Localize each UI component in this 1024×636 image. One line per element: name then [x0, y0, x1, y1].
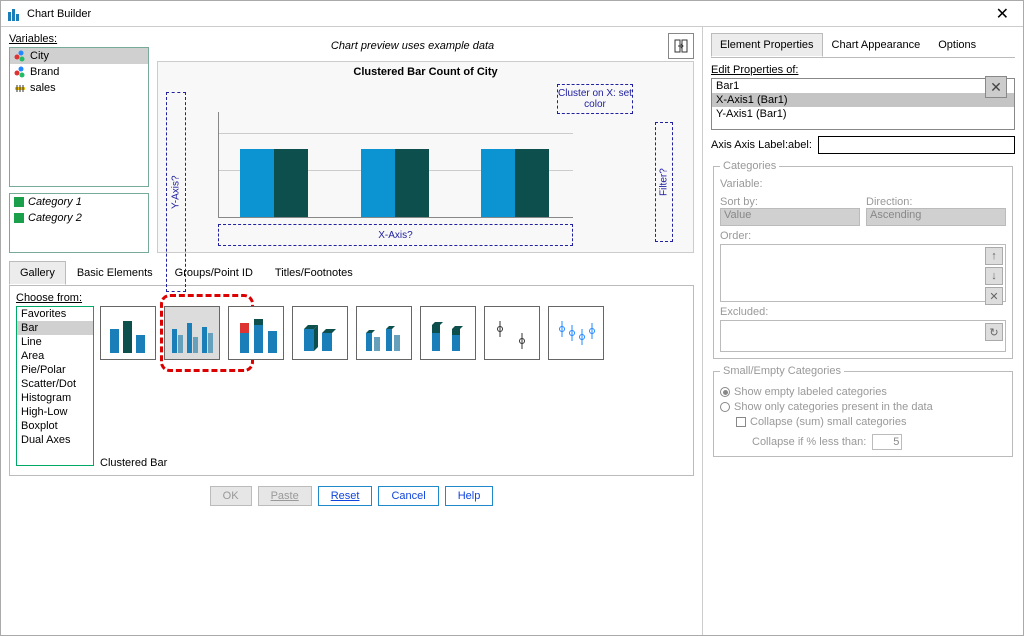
thumb-stacked-bar[interactable] — [228, 306, 284, 360]
yaxis-dropzone[interactable]: Y-Axis? — [166, 92, 186, 292]
paste-button[interactable]: Paste — [258, 486, 312, 506]
type-boxplot[interactable]: Boxplot — [17, 419, 93, 433]
type-favorites[interactable]: Favorites — [17, 307, 93, 321]
dialog-buttons: OK Paste Reset Cancel Help — [9, 476, 694, 510]
type-histogram[interactable]: Histogram — [17, 391, 93, 405]
category-2[interactable]: Category 2 — [10, 210, 148, 226]
gallery-panel: Choose from: Favorites Bar Line Area Pie… — [9, 286, 694, 476]
collapse-percent-input[interactable] — [872, 434, 902, 450]
categories-fieldset: Categories Variable: Sort by: Value Dire… — [713, 160, 1013, 359]
tab-titles-footnotes[interactable]: Titles/Footnotes — [264, 261, 364, 285]
thumbnail-row — [100, 306, 687, 360]
thumb-simple-error-bar[interactable] — [484, 306, 540, 360]
prop-bar1[interactable]: Bar1 — [712, 79, 1014, 93]
direction-select[interactable]: Ascending — [866, 208, 1006, 226]
tab-chart-appearance[interactable]: Chart Appearance — [823, 33, 930, 57]
variable-city[interactable]: City — [10, 48, 148, 64]
categories-list[interactable]: Category 1 Category 2 — [9, 193, 149, 253]
type-line[interactable]: Line — [17, 335, 93, 349]
restore-excluded-button[interactable]: ↻ — [985, 323, 1003, 341]
move-down-button[interactable]: ↓ — [985, 267, 1003, 285]
choose-from-label: Choose from: — [16, 292, 687, 304]
sort-by-select[interactable]: Value — [720, 208, 860, 226]
small-empty-fieldset: Small/Empty Categories Show empty labele… — [713, 365, 1013, 457]
variable-brand[interactable]: Brand — [10, 64, 148, 80]
move-up-button[interactable]: ↑ — [985, 247, 1003, 265]
tab-element-properties[interactable]: Element Properties — [711, 33, 823, 57]
type-bar[interactable]: Bar — [17, 321, 93, 335]
type-scatter-dot[interactable]: Scatter/Dot — [17, 377, 93, 391]
app-icon — [7, 6, 23, 22]
radio-show-empty[interactable]: Show empty labeled categories — [720, 386, 1006, 398]
variables-list[interactable]: City Brand sales — [9, 47, 149, 187]
titlebar: Chart Builder ✕ — [1, 1, 1023, 27]
selected-thumb-label: Clustered Bar — [100, 451, 687, 469]
axis-label-input[interactable] — [818, 136, 1015, 154]
right-panel: Element Properties Chart Appearance Opti… — [703, 27, 1023, 635]
cancel-button[interactable]: Cancel — [378, 486, 438, 506]
type-high-low[interactable]: High-Low — [17, 405, 93, 419]
chart-preview[interactable]: Clustered Bar Count of City Y-Axis? Clus… — [157, 61, 694, 253]
variable-sales[interactable]: sales — [10, 80, 148, 96]
builder-tabs: Gallery Basic Elements Groups/Point ID T… — [9, 261, 694, 286]
type-dual-axes[interactable]: Dual Axes — [17, 433, 93, 447]
plot-area — [218, 112, 573, 218]
thumb-simple-bar[interactable] — [100, 306, 156, 360]
properties-list[interactable]: Bar1 X-Axis1 (Bar1) Y-Axis1 (Bar1) — [711, 78, 1015, 130]
window-title: Chart Builder — [27, 8, 988, 20]
prop-xaxis1[interactable]: X-Axis1 (Bar1) — [712, 93, 1014, 107]
preview-caption: Chart preview uses example data — [157, 40, 668, 52]
reset-button[interactable]: Reset — [318, 486, 373, 506]
thumb-3d-bar[interactable] — [292, 306, 348, 360]
thumb-clustered-bar[interactable] — [164, 306, 220, 360]
help-button[interactable]: Help — [445, 486, 494, 506]
excluded-list[interactable]: ↻ — [720, 320, 1006, 352]
left-panel: Variables: City Brand sales — [1, 27, 703, 635]
remove-order-button[interactable]: ✕ — [985, 287, 1003, 305]
edit-properties-of-label: Edit Properties of: — [711, 64, 1015, 76]
direction-label: Direction: — [866, 196, 1006, 208]
close-button[interactable]: ✕ — [988, 2, 1017, 26]
axis-label-label: Axis Axis Label:abel: — [711, 139, 812, 151]
type-pie-polar[interactable]: Pie/Polar — [17, 363, 93, 377]
thumb-stacked-3d-bar[interactable] — [420, 306, 476, 360]
tab-basic-elements[interactable]: Basic Elements — [66, 261, 164, 285]
variables-label: Variables: — [9, 33, 149, 45]
chart-type-list[interactable]: Favorites Bar Line Area Pie/Polar Scatte… — [16, 306, 94, 466]
swatch-icon — [14, 213, 24, 223]
swatch-icon — [14, 197, 24, 207]
tab-options[interactable]: Options — [929, 33, 985, 57]
thumb-clustered-3d-bar[interactable] — [356, 306, 412, 360]
order-label: Order: — [720, 230, 1006, 242]
radio-show-only-present[interactable]: Show only categories present in the data — [720, 401, 1006, 413]
checkbox-collapse[interactable]: Collapse (sum) small categories — [736, 416, 1006, 428]
category-1[interactable]: Category 1 — [10, 194, 148, 210]
chart-title: Clustered Bar Count of City — [158, 62, 693, 82]
ok-button[interactable]: OK — [210, 486, 252, 506]
prop-yaxis1[interactable]: Y-Axis1 (Bar1) — [712, 107, 1014, 121]
xaxis-dropzone[interactable]: X-Axis? — [218, 224, 573, 246]
excluded-label: Excluded: — [720, 306, 1006, 318]
thumb-clustered-error-bar[interactable] — [548, 306, 604, 360]
sort-by-label: Sort by: — [720, 196, 860, 208]
order-list[interactable]: ↑ ↓ ✕ — [720, 244, 1006, 302]
variable-label: Variable: — [720, 178, 1006, 190]
type-area[interactable]: Area — [17, 349, 93, 363]
preview-dock-button[interactable] — [668, 33, 694, 59]
delete-property-button[interactable]: ✕ — [985, 76, 1007, 98]
cluster-dropzone[interactable]: Cluster on X: set color — [557, 84, 633, 114]
chart-builder-window: Chart Builder ✕ Variables: City Bran — [0, 0, 1024, 636]
collapse-if-label: Collapse if % less than: — [752, 436, 866, 448]
tab-gallery[interactable]: Gallery — [9, 261, 66, 285]
filter-dropzone[interactable]: Filter? — [655, 122, 673, 242]
